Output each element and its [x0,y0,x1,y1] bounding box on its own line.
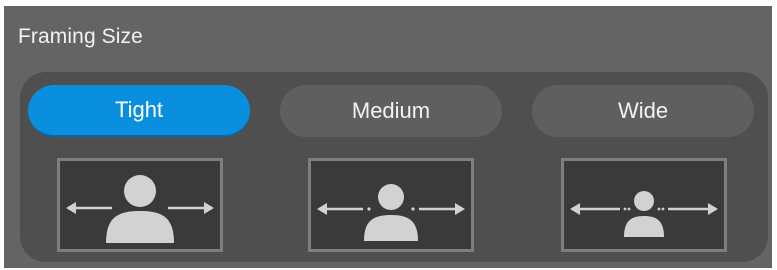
medium-button-label: Medium [351,98,431,123]
wide-button[interactable]: Wide [532,85,754,137]
person-tight-framing-icon [66,175,214,243]
tight-preview[interactable] [57,158,223,252]
wide-button-label: Wide [617,98,669,123]
person-wide-framing-icon [570,191,718,237]
framing-size-panel: Framing Size Tight Medium Wide [4,6,772,268]
tight-button[interactable]: Tight [28,85,250,137]
wide-preview[interactable] [561,158,727,252]
framing-size-selector: Tight Medium Wide [20,72,768,262]
tight-button-label: Tight [114,97,164,122]
medium-button[interactable]: Medium [280,85,502,137]
panel-title: Framing Size [18,25,143,48]
medium-preview[interactable] [308,158,474,252]
person-medium-framing-icon [317,184,465,241]
